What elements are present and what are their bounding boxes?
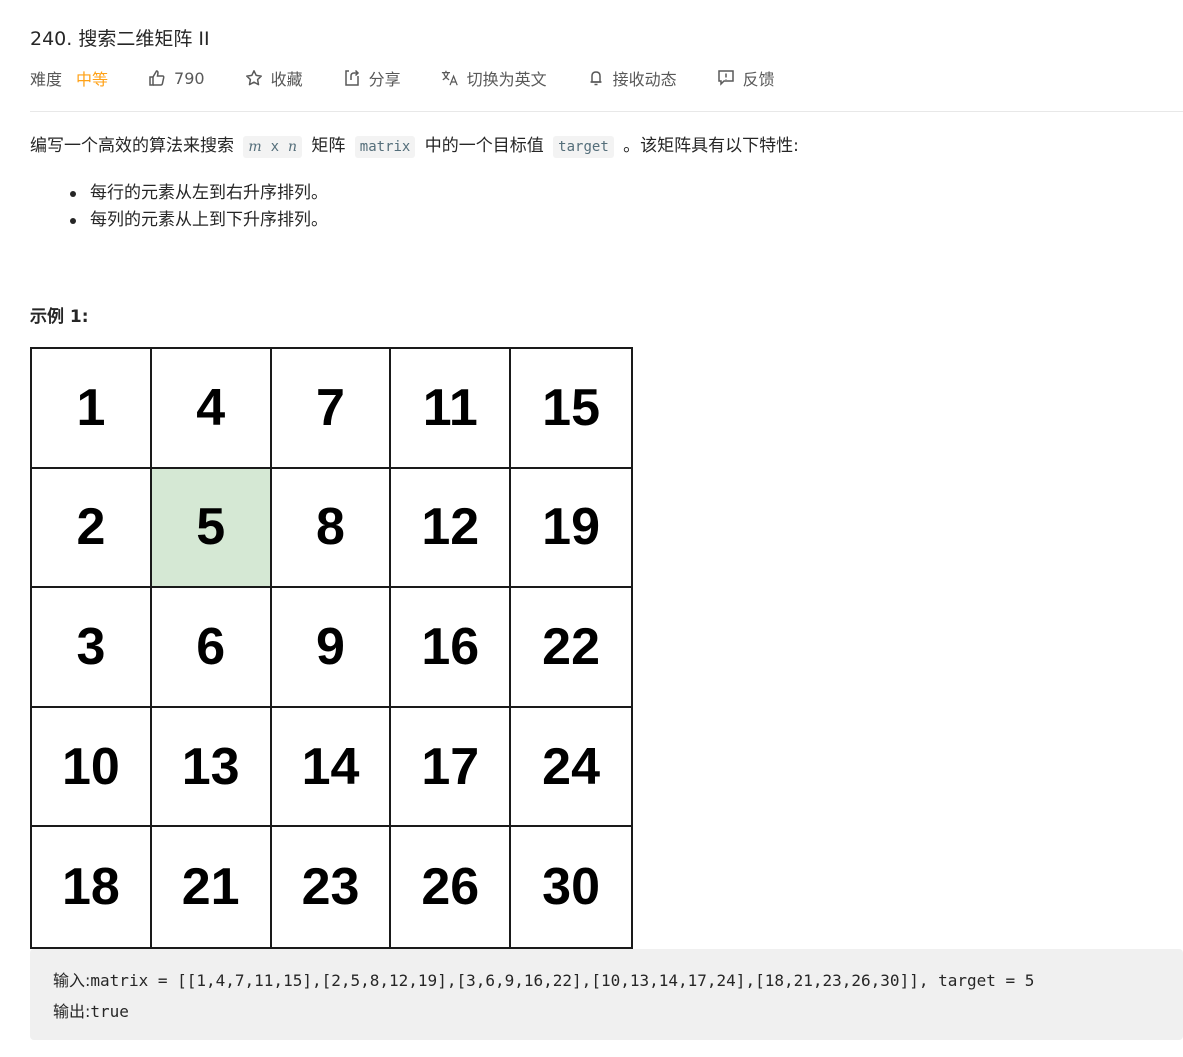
bell-icon (587, 69, 605, 87)
property-list: 每行的元素从左到右升序排列。 每列的元素从上到下升序排列。 (70, 180, 328, 234)
translate-label: 切换为英文 (466, 70, 547, 89)
matrix-cell: 15 (511, 349, 631, 469)
dimension-x: x (270, 139, 280, 155)
matrix-cell: 2 (32, 468, 152, 589)
dimension-n: n (287, 139, 297, 155)
problem-description: 编写一个高效的算法来搜索 m x n 矩阵 matrix 中的一个目标值 tar… (30, 132, 799, 161)
thumbs-up-icon (148, 69, 166, 87)
matrix-cell: 8 (271, 468, 392, 589)
example-matrix-image: 1 4 7 11 15 2 5 8 12 19 3 6 9 16 22 10 13 14 17 24 18 21 23 26 3… (30, 347, 633, 949)
feedback-button[interactable]: 反馈 (717, 66, 775, 90)
matrix-cell: 12 (391, 468, 512, 589)
matrix-cell: 21 (151, 827, 272, 947)
like-button[interactable]: 790 (148, 69, 205, 88)
output-value: true (90, 1002, 129, 1021)
list-item: 每行的元素从左到右升序排列。 (70, 180, 328, 207)
difficulty-label: 难度 (30, 70, 63, 89)
input-value: matrix = [[1,4,7,11,15],[2,5,8,12,19],[3… (90, 971, 1035, 990)
problem-title: 240. 搜索二维矩阵 II (30, 28, 210, 50)
dimension-m: m (248, 139, 262, 155)
difficulty-value: 中等 (76, 70, 109, 89)
matrix-cell: 14 (271, 707, 392, 828)
matrix-cell: 16 (391, 588, 512, 708)
notify-label: 接收动态 (612, 70, 677, 89)
share-label: 分享 (368, 70, 401, 89)
inline-code-target: target (553, 136, 614, 158)
output-label: 输出: (53, 1002, 91, 1021)
list-item: 每列的元素从上到下升序排列。 (70, 207, 328, 234)
example-output-line: 输出:true (53, 996, 1183, 1027)
matrix-cell: 23 (271, 827, 392, 947)
example-io-block: 输入:matrix = [[1,4,7,11,15],[2,5,8,12,19]… (30, 949, 1183, 1040)
input-label: 输入: (53, 971, 91, 990)
description-text: 。该矩阵具有以下特性: (623, 136, 799, 156)
matrix-cell: 13 (151, 707, 272, 828)
matrix-cell: 10 (32, 707, 152, 828)
matrix-cell: 4 (151, 349, 272, 469)
matrix-cell: 6 (151, 588, 272, 708)
matrix-cell: 18 (32, 827, 152, 947)
inline-code-dimensions: m x n (243, 136, 302, 158)
inline-code-matrix: matrix (354, 136, 416, 158)
example-input-line: 输入:matrix = [[1,4,7,11,15],[2,5,8,12,19]… (53, 965, 1183, 996)
translate-icon (441, 69, 459, 87)
problem-meta-bar: 难度 中等 790 收藏 分享 切换为英文 接收动态 反馈 (30, 64, 815, 92)
matrix-cell: 9 (271, 588, 392, 708)
like-count: 790 (174, 68, 205, 88)
description-text: 矩阵 (311, 136, 346, 156)
favorite-label: 收藏 (270, 70, 303, 89)
matrix-cell: 1 (32, 349, 152, 469)
matrix-cell: 17 (391, 707, 512, 828)
favorite-button[interactable]: 收藏 (245, 66, 303, 90)
matrix-cell: 3 (32, 588, 152, 708)
share-icon (343, 69, 361, 87)
matrix-cell: 22 (511, 588, 631, 708)
share-button[interactable]: 分享 (343, 66, 401, 90)
feedback-icon (717, 69, 735, 87)
matrix-cell: 24 (511, 707, 631, 828)
matrix-cell: 30 (511, 827, 631, 947)
notify-button[interactable]: 接收动态 (587, 66, 677, 90)
matrix-cell: 5 (151, 468, 272, 589)
translate-button[interactable]: 切换为英文 (441, 66, 547, 90)
description-text: 编写一个高效的算法来搜索 (30, 136, 234, 156)
matrix-cell: 26 (391, 827, 512, 947)
description-text: 中的一个目标值 (424, 136, 544, 156)
matrix-cell: 11 (391, 349, 512, 469)
matrix-cell: 19 (511, 468, 631, 589)
feedback-label: 反馈 (742, 70, 775, 89)
star-icon (245, 69, 263, 87)
header-divider (30, 111, 1183, 112)
matrix-cell: 7 (271, 349, 392, 469)
example-heading: 示例 1: (30, 307, 89, 327)
